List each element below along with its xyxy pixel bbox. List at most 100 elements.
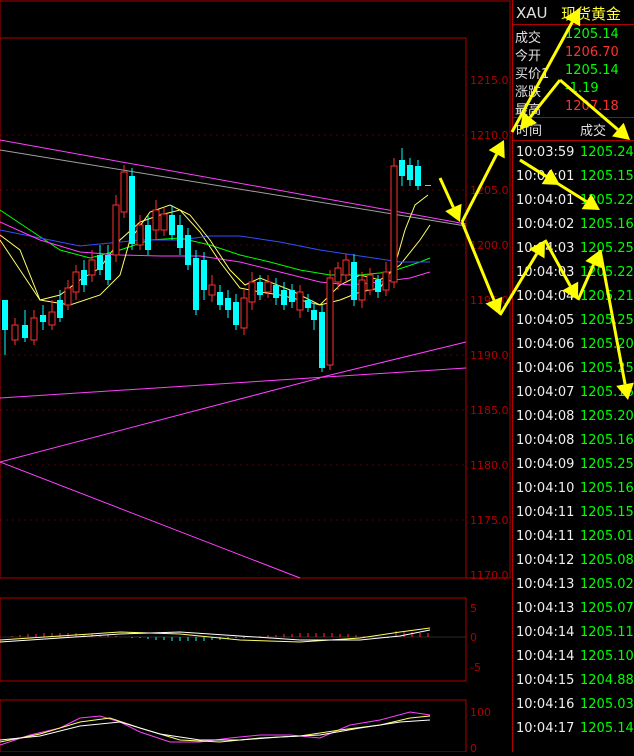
tick-price: 1205.15 xyxy=(580,505,634,520)
tick-time: 10:04:07 xyxy=(516,385,575,400)
tick-row[interactable]: 10:04:02 1205.16 xyxy=(513,214,634,237)
tick-price: 1205.22 xyxy=(580,265,634,280)
price-tick-label: 1210.0 xyxy=(470,129,509,142)
tick-time: 10:04:04 xyxy=(516,289,575,304)
kdj-pane-frame xyxy=(0,699,467,753)
candle-body-down xyxy=(40,315,46,322)
quote-row: 最高 1207.18 xyxy=(513,98,634,118)
tick-price: 1205.11 xyxy=(580,625,634,640)
tick-time: 10:04:03 xyxy=(516,265,575,280)
candle-body-down xyxy=(305,300,311,308)
kdj-tick-label: 100 xyxy=(470,706,491,719)
candle-body-up xyxy=(296,291,304,311)
candle-body-up xyxy=(334,267,342,283)
tick-price: 1205.20 xyxy=(580,409,634,424)
tick-price: 1205.16 xyxy=(580,481,634,496)
tick-row[interactable]: 10:04:01 1205.22 xyxy=(513,190,634,213)
tick-row[interactable]: 10:04:10 1205.16 xyxy=(513,478,634,501)
candle-body-down xyxy=(407,165,413,180)
tick-time: 10:04:08 xyxy=(516,433,575,448)
candle-body-up xyxy=(342,259,350,276)
tick-row[interactable]: 10:04:13 1205.07 xyxy=(513,598,634,621)
quote-row: 成交 1205.14 xyxy=(513,26,634,46)
chart-area[interactable]: 1215.0 1210.0 1205.0 1200.0 1195.0 1190.0 1185… xyxy=(0,0,512,755)
tick-row[interactable]: 10:04:04 1205.21 xyxy=(513,286,634,309)
tick-time: 10:04:09 xyxy=(516,457,575,472)
tick-row[interactable]: 10:04:03 1205.22 xyxy=(513,262,634,285)
tick-time: 10:04:01 xyxy=(516,169,575,184)
tick-row[interactable]: 10:04:14 1205.10 xyxy=(513,646,634,669)
quote-panel: XAU 现货黄金 成交 1205.14 今开 1206.70 买价1 1205.14 涨跌 -… xyxy=(512,0,634,752)
tick-price: 1205.16 xyxy=(580,217,634,232)
kdj-axis-labels: 100 0 xyxy=(470,706,491,755)
candle-body-down xyxy=(217,292,223,305)
ticks-header-time: 时间 xyxy=(516,124,543,139)
tick-row[interactable]: 10:04:09 1205.25 xyxy=(513,454,634,477)
candle-body-up xyxy=(382,271,390,291)
tick-price: 1205.20 xyxy=(580,337,634,352)
candle-body-down xyxy=(193,258,199,310)
tick-row[interactable]: 10:04:08 1205.20 xyxy=(513,406,634,429)
quote-row: 涨跌 -1.19 xyxy=(513,80,634,100)
tick-row[interactable]: 10:04:06 1205.25 xyxy=(513,358,634,381)
trend-line xyxy=(0,461,301,579)
tick-time: 10:03:59 xyxy=(516,145,575,160)
candle-body-up xyxy=(30,317,38,341)
tick-price: 1205.10 xyxy=(580,649,634,664)
instrument-name: 现货黄金 xyxy=(561,5,622,23)
ma-slow-line xyxy=(0,229,430,263)
tick-time: 10:04:16 xyxy=(516,697,575,712)
ticks-divider xyxy=(513,140,634,141)
candle-body-up xyxy=(240,297,248,329)
tick-time: 10:04:15 xyxy=(516,673,575,688)
tick-price: 1205.25 xyxy=(580,313,634,328)
tick-row[interactable]: 10:04:14 1205.11 xyxy=(513,622,634,645)
tick-row[interactable]: 10:04:06 1205.20 xyxy=(513,334,634,357)
tick-price: 1205.01 xyxy=(580,529,634,544)
candle-body-down xyxy=(375,280,381,292)
tick-time: 10:04:08 xyxy=(516,409,575,424)
candle-body-down xyxy=(415,166,421,186)
tick-time: 10:04:13 xyxy=(516,577,575,592)
tick-time: 10:04:11 xyxy=(516,529,575,544)
candle-body-down xyxy=(233,302,239,325)
macd-tick-label: 5 xyxy=(470,602,477,615)
tick-row[interactable]: 10:04:03 1205.25 xyxy=(513,238,634,261)
price-tick-label: 1200.0 xyxy=(470,239,509,252)
tick-time: 10:04:14 xyxy=(516,625,575,640)
tick-row[interactable]: 10:04:13 1205.02 xyxy=(513,574,634,597)
candle-body-down xyxy=(311,310,317,320)
candle-body-up xyxy=(112,204,120,256)
ticks-header-price: 成交 xyxy=(580,124,607,139)
tick-row[interactable]: 10:04:11 1205.01 xyxy=(513,526,634,549)
candle-body-down xyxy=(425,185,431,186)
tick-row[interactable]: 10:04:08 1205.16 xyxy=(513,430,634,453)
tick-row[interactable]: 10:04:15 1204.88 xyxy=(513,670,634,693)
tick-time: 10:04:11 xyxy=(516,505,575,520)
tick-time: 10:04:06 xyxy=(516,337,575,352)
tick-row[interactable]: 10:04:05 1205.25 xyxy=(513,310,634,333)
candle-body-up xyxy=(366,274,374,291)
candlestick-chart[interactable]: 1215.0 1210.0 1205.0 1200.0 1195.0 1190.0 1185… xyxy=(0,0,512,755)
tick-price: 1205.14 xyxy=(580,721,634,736)
tick-row[interactable]: 10:04:17 1205.14 xyxy=(513,718,634,741)
price-tick-label: 1205.0 xyxy=(470,184,509,197)
tick-row[interactable]: 10:03:59 1205.24 xyxy=(513,142,634,165)
candle-body-up xyxy=(390,165,398,283)
tick-row[interactable]: 10:04:16 1205.03 xyxy=(513,694,634,717)
tick-row[interactable]: 10:04:12 1205.08 xyxy=(513,550,634,573)
candle-body-up xyxy=(358,279,366,301)
candle-body-down xyxy=(145,225,151,250)
candle-body-down xyxy=(81,270,87,285)
tick-row[interactable]: 10:04:07 1205.16 xyxy=(513,382,634,405)
tick-time: 10:04:17 xyxy=(516,721,575,736)
tick-row[interactable]: 10:04:01 1205.15 xyxy=(513,166,634,189)
tick-row[interactable]: 10:04:11 1205.15 xyxy=(513,502,634,525)
price-axis-labels: 1215.0 1210.0 1205.0 1200.0 1195.0 1190.0 1185… xyxy=(470,74,509,582)
price-tick-label: 1195.0 xyxy=(470,294,509,307)
kdj-d-line xyxy=(0,719,431,741)
quote-value: 1205.14 xyxy=(565,63,619,78)
kdj-k-line xyxy=(0,715,431,743)
candle-body-down xyxy=(257,282,263,295)
quote-value: 1205.14 xyxy=(565,27,619,42)
